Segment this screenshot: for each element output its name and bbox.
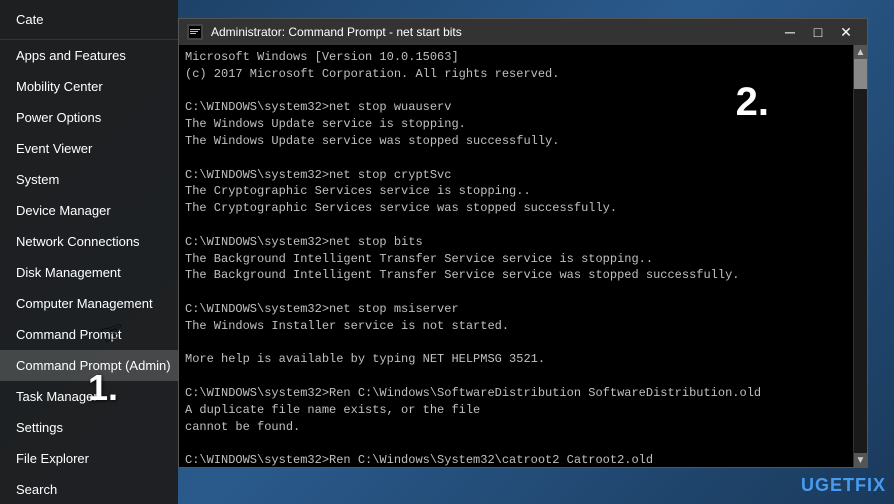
- watermark-prefix: UG: [801, 475, 830, 495]
- menu-item-label: Power Options: [16, 110, 101, 125]
- minimize-button[interactable]: ─: [777, 22, 803, 42]
- step-label-1: 1.: [88, 367, 118, 409]
- watermark-accent: ET: [830, 475, 855, 495]
- menu-item-network[interactable]: Network Connections: [0, 226, 178, 257]
- menu-item-label: Apps and Features: [16, 48, 126, 63]
- start-menu-user: Cate: [16, 12, 43, 27]
- cmd-titlebar: Administrator: Command Prompt - net star…: [179, 19, 867, 45]
- menu-item-label: File Explorer: [16, 451, 89, 466]
- menu-item-label: Event Viewer: [16, 141, 92, 156]
- menu-item-fileexplorer[interactable]: File Explorer: [0, 443, 178, 474]
- scroll-down-button[interactable]: ▼: [854, 453, 867, 467]
- maximize-button[interactable]: □: [805, 22, 831, 42]
- menu-item-label: Task Manager: [16, 389, 98, 404]
- start-menu-top: Cate: [0, 0, 178, 40]
- start-menu: Cate Apps and Features Mobility Center P…: [0, 0, 178, 504]
- watermark-suffix: FIX: [855, 475, 886, 495]
- cmd-window-controls: ─ □ ✕: [777, 22, 859, 42]
- menu-item-label: Search: [16, 482, 57, 497]
- desktop: Cate Apps and Features Mobility Center P…: [0, 0, 894, 504]
- cmd-scrollbar[interactable]: ▲ ▼: [853, 45, 867, 467]
- menu-item-search[interactable]: Search: [0, 474, 178, 504]
- menu-item-settings[interactable]: Settings: [0, 412, 178, 443]
- cmd-window-icon: [187, 24, 203, 40]
- cmd-title: Administrator: Command Prompt - net star…: [211, 25, 777, 39]
- menu-item-label: Disk Management: [16, 265, 121, 280]
- menu-item-power[interactable]: Power Options: [0, 102, 178, 133]
- menu-item-system[interactable]: System: [0, 164, 178, 195]
- close-button[interactable]: ✕: [833, 22, 859, 42]
- menu-item-apps[interactable]: Apps and Features: [0, 40, 178, 71]
- menu-item-label: System: [16, 172, 59, 187]
- scroll-track: [854, 59, 867, 453]
- menu-item-label: Settings: [16, 420, 63, 435]
- start-menu-items: Apps and Features Mobility Center Power …: [0, 40, 178, 504]
- scroll-up-button[interactable]: ▲: [854, 45, 867, 59]
- watermark: UGETFIX: [801, 475, 886, 496]
- menu-item-eventviewer[interactable]: Event Viewer: [0, 133, 178, 164]
- menu-item-label: Network Connections: [16, 234, 140, 249]
- step-label-2: 2.: [736, 80, 769, 125]
- menu-item-computer[interactable]: Computer Management: [0, 288, 178, 319]
- menu-item-devicemgr[interactable]: Device Manager: [0, 195, 178, 226]
- menu-item-label: Computer Management: [16, 296, 153, 311]
- menu-item-label: Device Manager: [16, 203, 111, 218]
- menu-item-mobility[interactable]: Mobility Center: [0, 71, 178, 102]
- menu-item-disk[interactable]: Disk Management: [0, 257, 178, 288]
- menu-item-label: Mobility Center: [16, 79, 103, 94]
- menu-item-cmd[interactable]: Command Prompt: [0, 319, 178, 350]
- scroll-thumb[interactable]: [854, 59, 867, 89]
